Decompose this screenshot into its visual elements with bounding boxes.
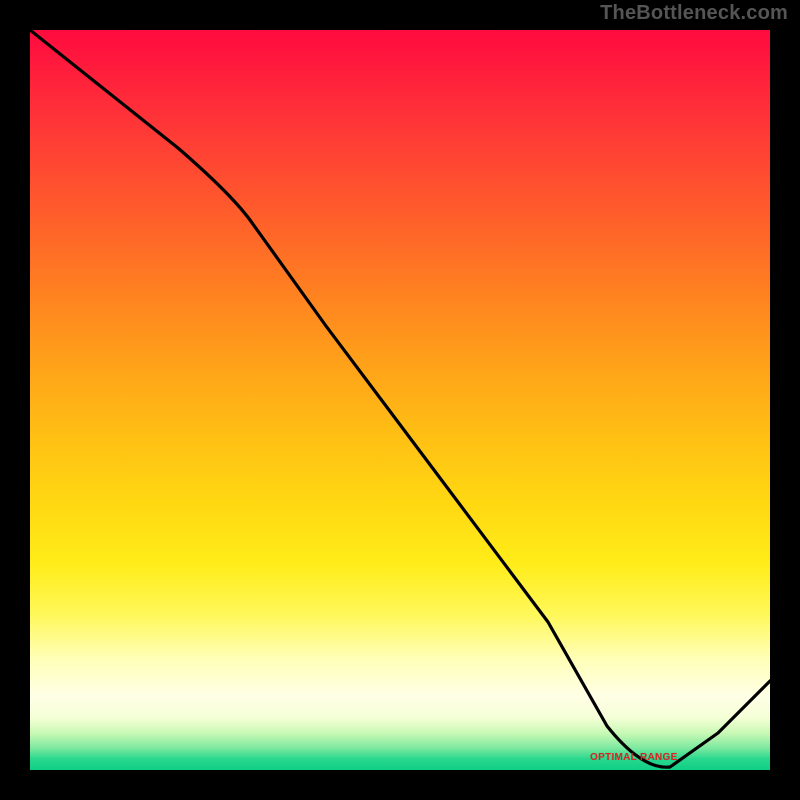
curve-svg [30,30,770,770]
plot-area: OPTIMAL RANGE [30,30,770,770]
watermark-text: TheBottleneck.com [600,2,788,25]
chart-frame: TheBottleneck.com OPTIMAL RANGE [0,0,800,800]
optimal-range-label: OPTIMAL RANGE [590,752,678,763]
bottleneck-curve [30,30,770,767]
